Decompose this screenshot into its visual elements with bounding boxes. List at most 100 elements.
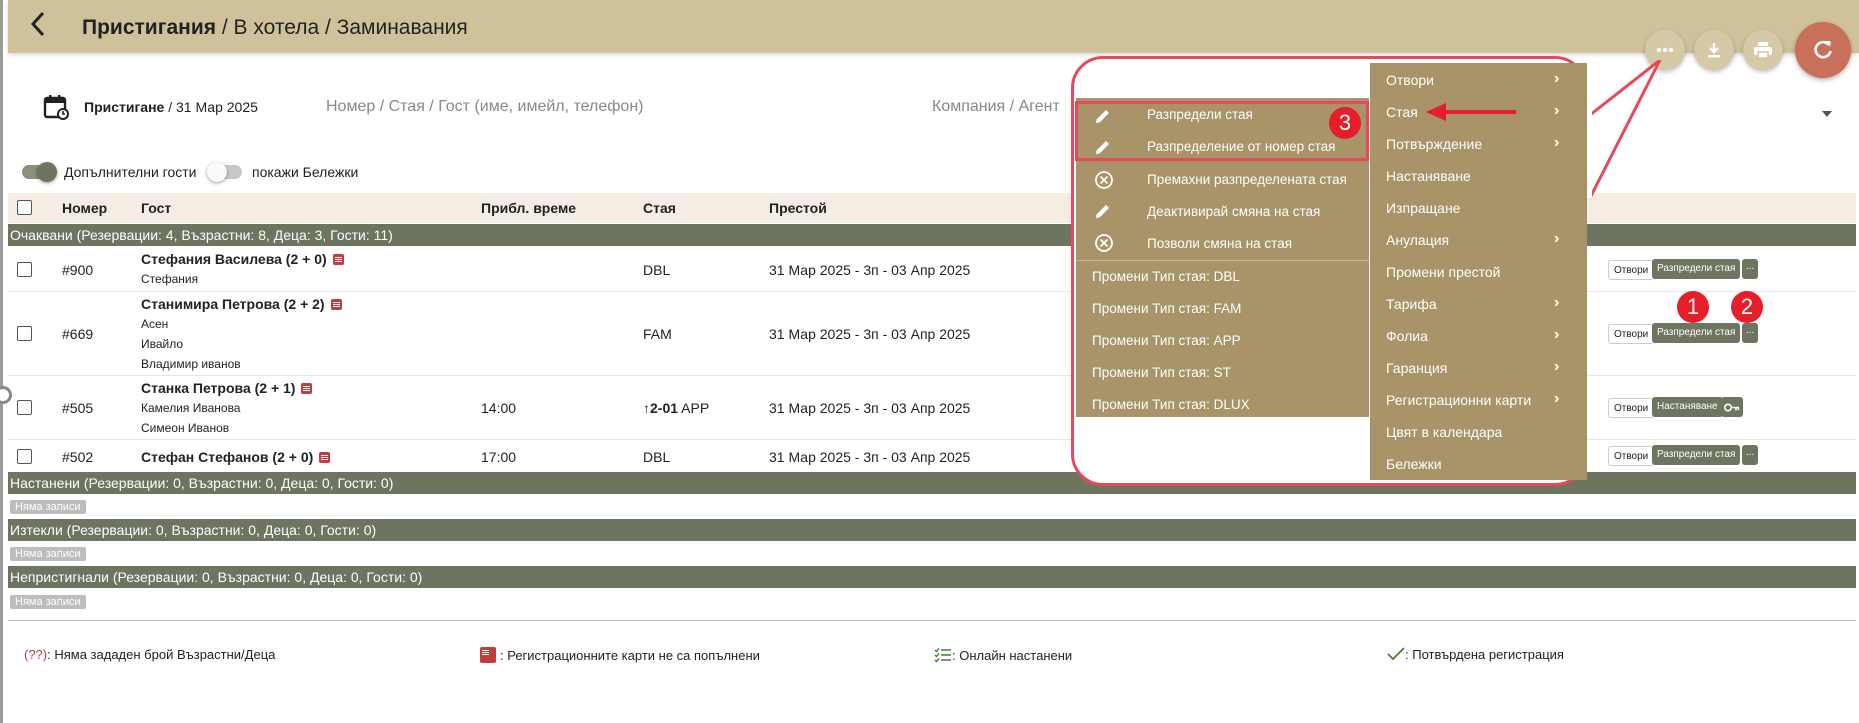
menu-change-stay[interactable]: Промени престой	[1386, 264, 1501, 280]
group-no-show[interactable]: Непристигнали (Резервации: 0, Възрастни:…	[8, 566, 1856, 588]
menu-open[interactable]: Отвори	[1386, 72, 1434, 88]
print-button[interactable]	[1743, 30, 1783, 70]
reservation-number[interactable]: #900	[62, 262, 93, 278]
annotation-badge-1: 1	[1677, 291, 1709, 323]
guest-name[interactable]: Стефан Стефанов (2 + 0)	[141, 449, 331, 465]
assign-room-button[interactable]: Разпредели стая	[1652, 323, 1741, 343]
row-checkbox[interactable]	[17, 400, 32, 415]
guest-name[interactable]: Станимира Петрова (2 + 2)	[141, 296, 342, 312]
menu-rate[interactable]: Тарифа	[1386, 296, 1437, 312]
left-edge-line	[0, 0, 3, 723]
registration-card-icon	[301, 383, 313, 394]
open-button[interactable]: Отвори	[1608, 398, 1655, 418]
column-room[interactable]: Стая	[643, 200, 676, 216]
legend-text: : Онлайн настанени	[952, 648, 1073, 663]
refresh-button[interactable]	[1795, 22, 1851, 78]
legend-registration-cards: : Регистрационните карти не са попълнени	[480, 647, 760, 663]
download-button[interactable]	[1694, 30, 1734, 70]
menu-change-type-dbl[interactable]: Промени Тип стая: DBL	[1092, 269, 1240, 284]
column-stay[interactable]: Престой	[769, 200, 827, 216]
key-button[interactable]	[1721, 397, 1743, 417]
company-agent-input[interactable]: Компания / Агент	[932, 98, 1060, 116]
checkmark-icon	[1387, 647, 1405, 661]
reservation-number[interactable]: #669	[62, 326, 93, 342]
notes-toggle[interactable]	[207, 162, 242, 182]
column-number[interactable]: Номер	[62, 200, 107, 216]
menu-registration-cards[interactable]: Регистрационни карти	[1386, 392, 1531, 408]
guest-name[interactable]: Стефания Василева (2 + 0)	[141, 251, 344, 267]
menu-change-type-dlux[interactable]: Промени Тип стая: DLUX	[1092, 397, 1250, 412]
arrow-up-icon: ↑	[643, 400, 650, 416]
menu-deactivate-room-change[interactable]: Деактивирай смяна на стая	[1147, 204, 1320, 219]
assign-room-button[interactable]: Разпредели стая	[1652, 445, 1741, 465]
open-button[interactable]: Отвори	[1608, 324, 1655, 344]
menu-confirmation[interactable]: Потвърждение	[1386, 136, 1482, 152]
extra-guests-label: Допълнителни гости	[64, 164, 197, 180]
legend-text: : Регистрационните карти не са попълнени	[500, 648, 760, 663]
extra-guests-toggle[interactable]	[22, 162, 57, 182]
row-more-button[interactable]: ...	[1742, 445, 1758, 465]
guest-name[interactable]: Станка Петрова (2 + 1)	[141, 380, 313, 396]
printer-icon	[1754, 42, 1772, 59]
menu-check-in[interactable]: Настаняване	[1386, 168, 1471, 184]
legend-online-checkin: : Онлайн настанени	[934, 647, 1072, 663]
room-type: FAM	[643, 326, 672, 342]
menu-folios[interactable]: Фолиа	[1386, 328, 1428, 344]
legend-text: : Потвърдена регистрация	[1405, 647, 1564, 662]
arrival-date-filter[interactable]: Пристигане / 31 Мар 2025	[84, 99, 258, 115]
check-in-button[interactable]: Настаняване	[1652, 397, 1723, 417]
guest-sub: Ивайло	[141, 337, 184, 351]
row-checkbox[interactable]	[17, 326, 32, 341]
stay-dates: 31 Мар 2025 - 3п - 03 Апр 2025	[769, 400, 971, 416]
row-checkbox[interactable]	[17, 449, 32, 464]
chevron-right-icon: ›	[1554, 358, 1560, 375]
select-all-checkbox[interactable]	[17, 200, 32, 215]
menu-check-out[interactable]: Изпращане	[1386, 200, 1460, 216]
back-arrow-icon[interactable]	[28, 10, 48, 44]
search-input[interactable]: Номер / Стая / Гост (име, имейл, телефон…	[326, 98, 643, 116]
menu-remove-assigned-room[interactable]: Премахни разпределената стая	[1147, 172, 1347, 187]
breadcrumb-in-hotel[interactable]: В хотела	[234, 16, 320, 39]
menu-change-type-app[interactable]: Промени Тип стая: APP	[1092, 333, 1241, 348]
left-edge-handle[interactable]	[0, 386, 12, 404]
annotation-badge-3: 3	[1329, 107, 1361, 139]
menu-room[interactable]: Стая	[1386, 104, 1418, 120]
menu-change-type-st[interactable]: Промени Тип стая: ST	[1092, 365, 1231, 380]
legend-missing-counts: (??): Няма зададен брой Възрастни/Деца	[24, 647, 275, 662]
menu-cancellation[interactable]: Анулация	[1386, 232, 1449, 248]
annotation-badge-2: 2	[1731, 291, 1763, 323]
menu-change-type-fam[interactable]: Промени Тип стая: FAM	[1092, 301, 1241, 316]
open-button[interactable]: Отвори	[1608, 260, 1655, 280]
column-guest[interactable]: Гост	[141, 200, 171, 216]
assign-room-button[interactable]: Разпредели стая	[1652, 259, 1741, 279]
menu-notes[interactable]: Бележки	[1386, 456, 1442, 472]
registration-card-icon	[480, 647, 496, 663]
row-more-button[interactable]: ...	[1742, 323, 1758, 343]
registration-card-icon	[330, 299, 342, 310]
ellipsis-icon	[1656, 47, 1674, 53]
column-time[interactable]: Прибл. време	[481, 200, 576, 216]
row-checkbox[interactable]	[17, 262, 32, 277]
refresh-icon	[1814, 40, 1832, 59]
reservation-number[interactable]: #502	[62, 449, 93, 465]
chevron-right-icon: ›	[1554, 102, 1560, 119]
guest-sub: Симеон Иванов	[141, 421, 230, 435]
menu-allow-room-change[interactable]: Позволи смяна на стая	[1147, 236, 1292, 251]
assigned-room[interactable]: ↑2-01 APP	[643, 400, 709, 416]
open-button[interactable]: Отвори	[1608, 446, 1655, 466]
remove-circle-icon	[1094, 170, 1114, 193]
guest-sub: Камелия Иванова	[141, 401, 241, 415]
reservation-number[interactable]: #505	[62, 400, 93, 416]
calendar-icon[interactable]	[42, 93, 70, 124]
group-expired[interactable]: Изтекли (Резервации: 0, Възрастни: 0, Де…	[8, 519, 1856, 541]
remove-circle-icon	[1094, 233, 1114, 256]
menu-guarantee[interactable]: Гаранция	[1386, 360, 1447, 376]
breadcrumb-departures[interactable]: Заминавания	[337, 16, 468, 39]
menu-calendar-color[interactable]: Цвят в календара	[1386, 424, 1502, 440]
download-icon	[1708, 43, 1720, 58]
highlight-assign-options	[1075, 101, 1369, 161]
stay-dates: 31 Мар 2025 - 3п - 03 Апр 2025	[769, 449, 971, 465]
caret-down-icon[interactable]	[1822, 104, 1832, 120]
row-more-button[interactable]: ...	[1742, 259, 1758, 279]
breadcrumb-arrivals[interactable]: Пристигания	[82, 16, 216, 39]
